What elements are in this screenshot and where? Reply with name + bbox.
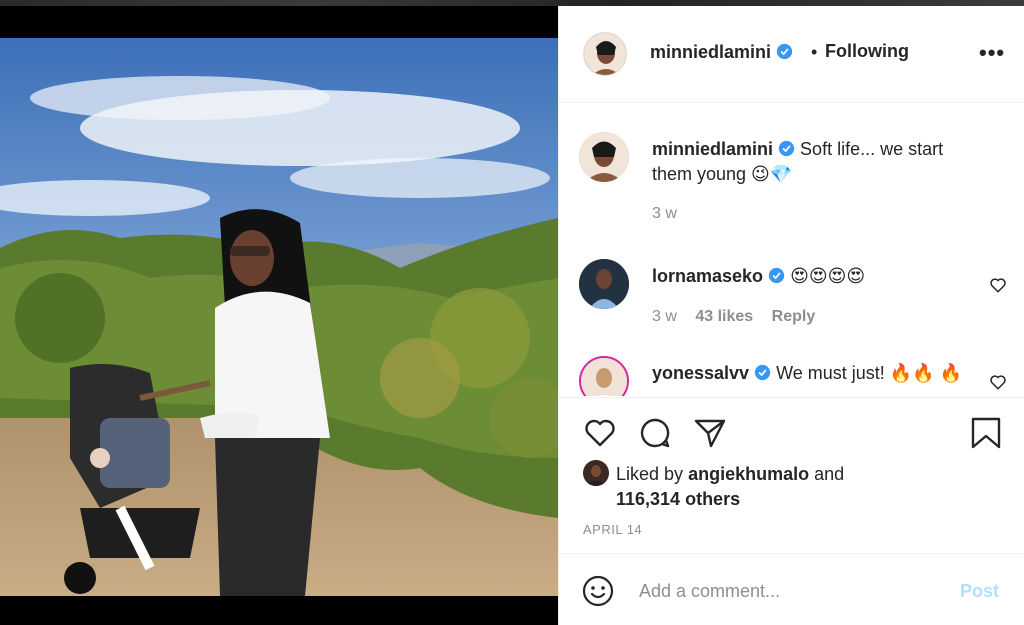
instagram-post-modal: minniedlamini • Following ••• minniedlam…	[0, 0, 1024, 625]
liker-username[interactable]: angiekhumalo	[688, 464, 809, 484]
comment-body: We must just! 🔥🔥 🔥	[776, 363, 963, 383]
comment-username[interactable]: yonessalvv	[652, 363, 749, 383]
caption-meta: 3 w	[652, 205, 691, 223]
post-date[interactable]: APRIL 14	[583, 522, 642, 537]
author-username[interactable]: minniedlamini	[650, 42, 793, 63]
comment-like-heart-icon[interactable]	[989, 276, 1007, 294]
comment-time[interactable]: 3 w	[652, 308, 677, 325]
comments-list[interactable]: minniedlamini Soft life... we start them…	[559, 104, 1024, 396]
likes-count[interactable]: 116,314 others	[616, 489, 740, 509]
comment-like-heart-icon[interactable]	[989, 373, 1007, 391]
share-send-icon[interactable]	[693, 416, 727, 450]
commenter-avatar[interactable]	[579, 259, 629, 309]
comment-username[interactable]: lornamaseko	[652, 266, 763, 286]
verified-badge-icon	[776, 43, 793, 60]
comment-likes-count[interactable]: 43 likes	[695, 308, 753, 325]
post-photo[interactable]	[0, 38, 558, 596]
caption-avatar[interactable]	[579, 132, 629, 182]
liker-avatar[interactable]	[583, 460, 609, 486]
author-avatar[interactable]	[583, 32, 627, 76]
post-header: minniedlamini • Following •••	[559, 6, 1024, 103]
caption-text: minniedlamini Soft life... we start them…	[652, 137, 972, 187]
commenter-avatar[interactable]	[579, 356, 629, 396]
like-heart-icon[interactable]	[583, 416, 617, 450]
more-options-icon[interactable]: •••	[979, 40, 1005, 66]
separator-dot: •	[811, 42, 818, 62]
save-bookmark-icon[interactable]	[969, 416, 1003, 450]
post-details-panel: minniedlamini • Following ••• minniedlam…	[558, 6, 1024, 625]
verified-badge-icon	[778, 140, 795, 157]
caption-time[interactable]: 3 w	[652, 205, 677, 222]
post-comment-button[interactable]: Post	[960, 581, 999, 602]
emoji-smile-icon[interactable]	[581, 574, 615, 608]
reply-button[interactable]: Reply	[772, 308, 816, 325]
comment-meta: 3 w 43 likes Reply	[652, 308, 829, 326]
comment-text: lornamaseko 😍😍😍😍	[652, 264, 972, 289]
likes-conj: and	[814, 464, 845, 484]
verified-badge-icon	[768, 267, 785, 284]
likes-text: Liked by angiekhumalo and 116,314 others	[616, 462, 916, 512]
post-actions: Liked by angiekhumalo and 116,314 others…	[559, 397, 1024, 557]
following-button[interactable]: Following	[825, 41, 909, 62]
add-comment-bar: Add a comment... Post	[559, 553, 1024, 625]
comment-text: yonessalvv We must just! 🔥🔥 🔥	[652, 361, 972, 386]
likes-prefix: Liked by	[616, 464, 684, 484]
comment-body: 😍😍😍😍	[790, 266, 866, 286]
author-username-text[interactable]: minniedlamini	[650, 42, 771, 62]
comment-input[interactable]: Add a comment...	[639, 581, 780, 602]
comment-bubble-icon[interactable]	[638, 416, 672, 450]
caption-username[interactable]: minniedlamini	[652, 139, 773, 159]
vineyard-photo	[0, 38, 558, 596]
verified-badge-icon	[754, 364, 771, 381]
